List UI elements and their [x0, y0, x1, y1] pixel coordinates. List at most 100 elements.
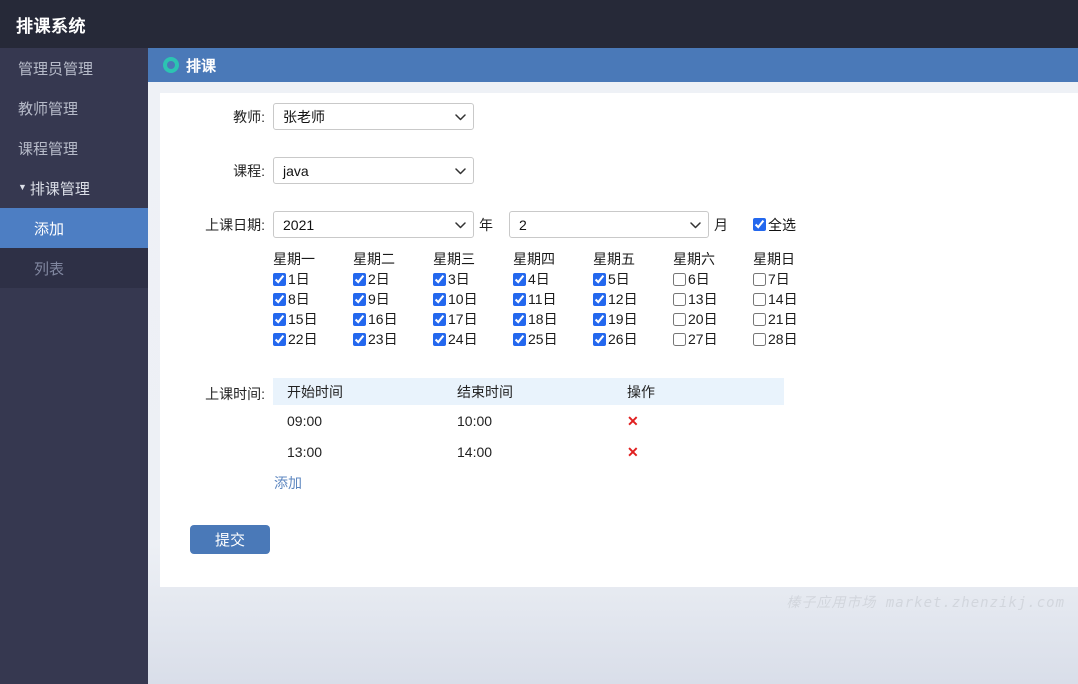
day-checkbox[interactable] — [353, 312, 366, 326]
day-checkbox[interactable] — [353, 292, 366, 306]
row-actions: ✕ — [613, 413, 784, 429]
day-checkbox-item[interactable]: 14日 — [753, 289, 833, 309]
caret-down-icon: ▼ — [18, 182, 27, 192]
day-checkbox[interactable] — [673, 292, 686, 306]
day-checkbox-item[interactable]: 18日 — [513, 309, 593, 329]
day-checkbox[interactable] — [513, 312, 526, 326]
weekday-label: 星期五 — [593, 251, 635, 267]
date-row: 上课日期: 2021 年 2 月 全选 — [160, 211, 1078, 238]
day-checkbox-item[interactable]: 6日 — [673, 269, 753, 289]
day-checkbox-item[interactable]: 3日 — [433, 269, 513, 289]
day-checkbox-item[interactable]: 17日 — [433, 309, 513, 329]
day-label: 7日 — [768, 271, 790, 287]
day-checkbox-item[interactable]: 12日 — [593, 289, 673, 309]
day-checkbox[interactable] — [273, 312, 286, 326]
day-checkbox[interactable] — [753, 312, 766, 326]
day-checkbox-item[interactable]: 28日 — [753, 329, 833, 349]
chevron-down-icon — [690, 222, 701, 229]
add-time-link[interactable]: 添加 — [274, 473, 302, 493]
day-checkbox-item[interactable]: 1日 — [273, 269, 353, 289]
day-checkbox-item[interactable]: 15日 — [273, 309, 353, 329]
sidebar-item[interactable]: ▼ 排课管理 — [0, 168, 148, 208]
day-checkbox[interactable] — [273, 332, 286, 346]
form-panel: 教师: 张老师 课程: java 上课日期: 2021 年 2 月 全选 星期一… — [160, 93, 1078, 587]
day-checkbox[interactable] — [673, 332, 686, 346]
sidebar-item[interactable]: 管理员管理 — [0, 48, 148, 88]
day-checkbox-item[interactable]: 13日 — [673, 289, 753, 309]
day-checkbox-item[interactable]: 7日 — [753, 269, 833, 289]
sidebar-nav: 管理员管理 教师管理课程管理 ▼ 排课管理 — [0, 48, 148, 208]
day-checkbox-item[interactable]: 16日 — [353, 309, 433, 329]
sidebar-item[interactable]: 教师管理 — [0, 88, 148, 128]
day-checkbox-item[interactable]: 23日 — [353, 329, 433, 349]
day-checkbox[interactable] — [673, 272, 686, 286]
day-checkbox-item[interactable]: 19日 — [593, 309, 673, 329]
day-checkbox[interactable] — [433, 272, 446, 286]
day-label: 22日 — [288, 331, 318, 347]
day-checkbox-item[interactable]: 4日 — [513, 269, 593, 289]
sidebar-subitem[interactable]: 列表 — [0, 248, 148, 288]
day-checkbox-item[interactable]: 24日 — [433, 329, 513, 349]
day-checkbox-item[interactable]: 8日 — [273, 289, 353, 309]
day-checkbox-item[interactable]: 26日 — [593, 329, 673, 349]
day-checkbox[interactable] — [273, 272, 286, 286]
day-checkbox[interactable] — [593, 312, 606, 326]
sidebar-item-label: 课程管理 — [18, 140, 79, 158]
day-checkbox-item[interactable]: 25日 — [513, 329, 593, 349]
day-checkbox[interactable] — [593, 332, 606, 346]
day-checkbox[interactable] — [673, 312, 686, 326]
day-label: 3日 — [448, 271, 470, 287]
select-all-checkbox[interactable] — [753, 218, 766, 231]
main-area: 排课 教师: 张老师 课程: java 上课日期: 2021 年 2 月 全选 … — [148, 48, 1078, 684]
day-checkbox-item[interactable]: 27日 — [673, 329, 753, 349]
day-checkbox[interactable] — [433, 312, 446, 326]
day-checkbox-item[interactable]: 21日 — [753, 309, 833, 329]
day-checkbox-item[interactable]: 2日 — [353, 269, 433, 289]
year-select[interactable]: 2021 — [273, 211, 474, 238]
day-checkbox[interactable] — [433, 332, 446, 346]
teacher-row: 教师: 张老师 — [160, 103, 1078, 130]
day-checkbox[interactable] — [513, 272, 526, 286]
day-label: 20日 — [688, 311, 718, 327]
delete-time-row-button[interactable]: ✕ — [627, 445, 639, 459]
day-label: 10日 — [448, 291, 478, 307]
day-checkbox-item[interactable]: 10日 — [433, 289, 513, 309]
day-checkbox[interactable] — [273, 292, 286, 306]
content-header-bar: 排课 — [148, 48, 1078, 82]
day-checkbox-item[interactable]: 22日 — [273, 329, 353, 349]
app-title: 排课系统 — [16, 16, 86, 36]
day-checkbox[interactable] — [513, 332, 526, 346]
day-checkbox-item[interactable]: 5日 — [593, 269, 673, 289]
day-checkbox[interactable] — [593, 272, 606, 286]
month-select[interactable]: 2 — [509, 211, 709, 238]
day-checkbox[interactable] — [753, 332, 766, 346]
date-label: 上课日期: — [205, 216, 265, 233]
sidebar-item[interactable]: 课程管理 — [0, 128, 148, 168]
course-select[interactable]: java — [273, 157, 474, 184]
day-checkbox[interactable] — [753, 292, 766, 306]
day-checkbox-item[interactable]: 11日 — [513, 289, 593, 309]
day-checkbox[interactable] — [513, 292, 526, 306]
day-label: 4日 — [528, 271, 550, 287]
submit-button[interactable]: 提交 — [190, 525, 270, 554]
day-checkbox[interactable] — [593, 292, 606, 306]
day-checkbox[interactable] — [753, 272, 766, 286]
sidebar: 管理员管理 教师管理课程管理 ▼ 排课管理 添加 列表 — [0, 48, 148, 684]
time-table-column-header: 结束时间 — [457, 383, 513, 400]
day-checkbox[interactable] — [353, 272, 366, 286]
course-select-value: java — [283, 162, 309, 179]
top-header: 排课系统 — [0, 0, 1078, 48]
weekday-label: 星期日 — [753, 251, 795, 267]
weekday-label: 星期六 — [673, 251, 715, 267]
day-checkbox[interactable] — [353, 332, 366, 346]
day-checkbox-item[interactable]: 9日 — [353, 289, 433, 309]
delete-time-row-button[interactable]: ✕ — [627, 414, 639, 428]
day-checkbox-item[interactable]: 20日 — [673, 309, 753, 329]
day-checkbox[interactable] — [433, 292, 446, 306]
time-table-row: 13:00 14:00 ✕ — [273, 436, 784, 467]
select-all-item[interactable]: 全选 — [753, 215, 796, 235]
course-row: 课程: java — [160, 157, 1078, 184]
day-label: 1日 — [288, 271, 310, 287]
teacher-select[interactable]: 张老师 — [273, 103, 474, 130]
sidebar-subitem[interactable]: 添加 — [0, 208, 148, 248]
